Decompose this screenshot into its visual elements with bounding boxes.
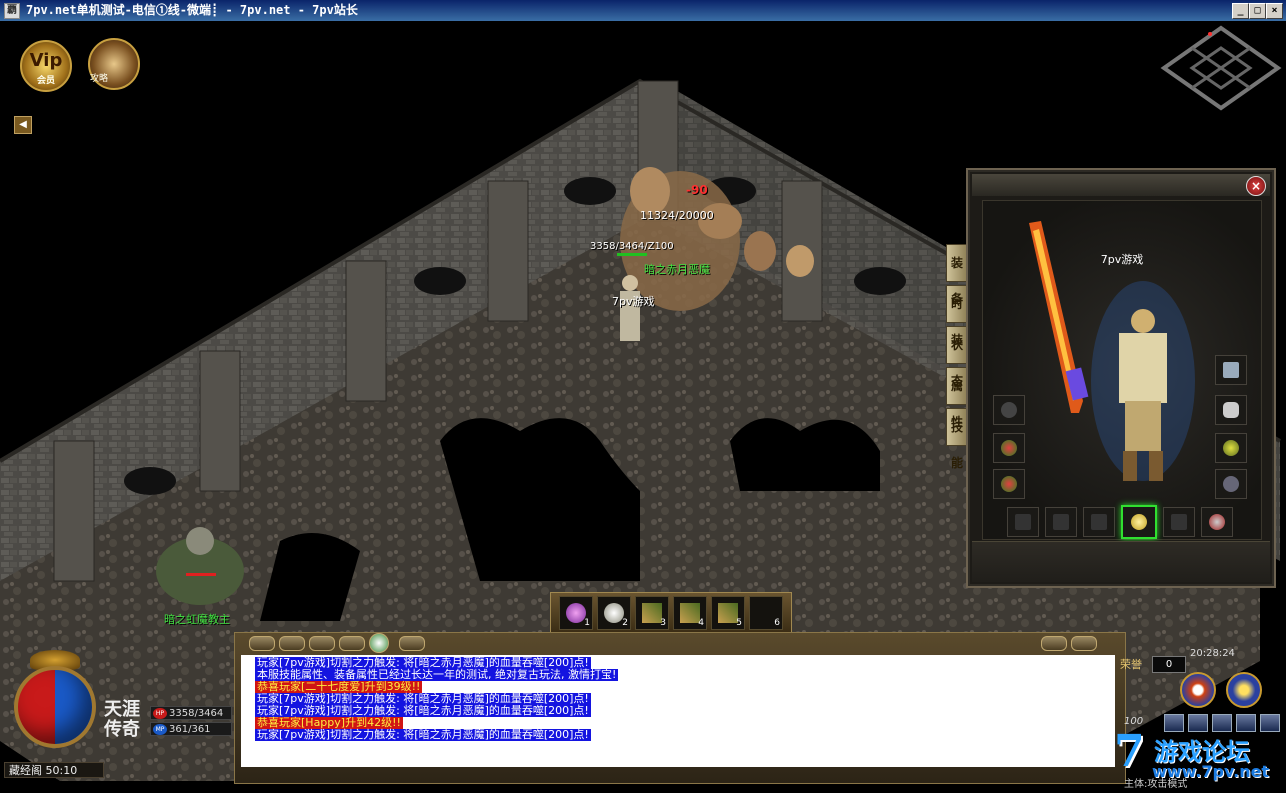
equip-slot-necklace-left[interactable] — [993, 395, 1025, 425]
chat-toolbar — [235, 633, 1125, 653]
enemy-name-label: 暗之虹魔教主 — [164, 613, 230, 626]
equip-slot-bracelet-left[interactable] — [993, 433, 1025, 463]
boss-name-label: 暗之赤月恶魔 — [644, 263, 710, 276]
watermark-digit: 7 — [1114, 726, 1145, 777]
equip-slot-necklace-right[interactable] — [1215, 395, 1247, 425]
tab-skills[interactable]: 技能 — [946, 408, 968, 470]
equipment-title-bar[interactable] — [972, 174, 1270, 196]
minimap-player-marker — [1208, 32, 1212, 36]
damage-text: -90 — [686, 183, 708, 197]
chat-emote-icon[interactable] — [369, 633, 389, 653]
title-bar: 覇 7pv.net单机测试-电信①线-微端┋ - 7pv.net - 7pv站长… — [0, 0, 1286, 21]
speaker-icon[interactable]: ◀ — [14, 116, 32, 134]
equip-slot-charm[interactable] — [1083, 507, 1115, 537]
tab-fashion[interactable]: 时装 — [946, 285, 968, 347]
belt-slot-4[interactable]: 4 — [673, 596, 707, 630]
tab-attributes[interactable]: 属性 — [946, 367, 968, 429]
game-logo: 天涯传奇 — [104, 699, 140, 740]
equip-slot-ring-right[interactable] — [1215, 469, 1247, 499]
vip-sub-label: 会员 — [36, 76, 55, 86]
equip-slot-gem[interactable] — [1163, 507, 1195, 537]
boss-hp-label: 11324/20000 — [640, 209, 714, 222]
mp-readout: MP 361/361 — [150, 722, 232, 736]
mp-tag: MP — [153, 724, 167, 735]
chat-log[interactable]: 玩家[7pv游戏]切割之力触发: 将[暗之赤月恶魔]的血量吞噬[200]点! 本… — [241, 655, 1115, 767]
player-name-label: 7pv游戏 — [612, 295, 655, 308]
belt-slot-3[interactable]: 3 — [635, 596, 669, 630]
chat-channel-button-2[interactable] — [279, 636, 305, 651]
belt-slot-2[interactable]: 2 — [597, 596, 631, 630]
hp-mp-orb — [4, 650, 104, 758]
equip-slot-helmet[interactable] — [1215, 355, 1247, 385]
close-icon[interactable]: × — [1246, 176, 1266, 196]
equip-slot-belt[interactable] — [1007, 507, 1039, 537]
honor-value: 0 — [1152, 656, 1186, 673]
vip-label: Vip — [29, 50, 63, 71]
hp-readout: HP 3358/3464 — [150, 706, 232, 720]
quick-item-belt: 1 2 3 4 5 6 — [550, 592, 792, 634]
health-mana-globe — [14, 666, 96, 748]
hp-value: 3358/3464 — [169, 708, 224, 719]
minimize-button[interactable]: _ — [1232, 3, 1249, 19]
guide-sub-label: 攻略 — [90, 74, 109, 84]
character-view: 7pv游戏 — [982, 200, 1262, 540]
player-stats-label: 3358/3464/Z100 — [590, 241, 674, 252]
chat-line: 玩家[7pv游戏]切割之力触发: 将[暗之赤月恶魔]的血量吞噬[200]点! — [255, 728, 591, 741]
chat-panel: 玩家[7pv游戏]切割之力触发: 将[暗之赤月恶魔]的血量吞噬[200]点! 本… — [234, 632, 1126, 784]
tab-status[interactable]: 状态 — [946, 326, 968, 388]
close-window-button[interactable]: × — [1266, 3, 1283, 19]
belt-slot-6[interactable]: 6 — [749, 596, 783, 630]
skill-button-5[interactable] — [1260, 714, 1280, 732]
equip-slot-bracelet-right[interactable] — [1215, 433, 1247, 463]
attack-mode-button[interactable] — [1180, 672, 1216, 708]
tab-equipment[interactable]: 装备 — [946, 244, 968, 306]
skill-button-2[interactable] — [1188, 714, 1208, 732]
vip-button[interactable]: Vip 会员 — [20, 40, 72, 92]
chat-scroll-up-button[interactable] — [1041, 636, 1067, 651]
guide-button[interactable]: 攻略 — [88, 38, 140, 90]
skill-button-3[interactable] — [1212, 714, 1232, 732]
attack-mode-text: 主体:攻击模式 — [1124, 779, 1188, 790]
belt-slot-1[interactable]: 1 — [559, 596, 593, 630]
chat-channel-button-4[interactable] — [339, 636, 365, 651]
belt-slot-5[interactable]: 5 — [711, 596, 745, 630]
equipment-panel: × 7pv游戏 — [966, 168, 1276, 588]
equipment-footer — [972, 541, 1270, 582]
window-title: 7pv.net单机测试-电信①线-微端┋ - 7pv.net - 7pv站长 — [26, 3, 358, 17]
game-clock: 20:28:24 — [1190, 648, 1235, 659]
chat-channel-button-1[interactable] — [249, 636, 275, 651]
skill-button-4[interactable] — [1236, 714, 1256, 732]
equip-slot-boots[interactable] — [1045, 507, 1077, 537]
chat-channel-button-3[interactable] — [309, 636, 335, 651]
mp-value: 361/361 — [169, 724, 211, 735]
map-coordinates: 藏经阁 50:10 — [4, 762, 104, 778]
equipment-tabs: 装备 时装 状态 属性 技能 — [946, 244, 968, 470]
app-icon[interactable]: 覇 — [4, 3, 20, 19]
chat-scroll-down-button[interactable] — [1071, 636, 1097, 651]
chat-channel-button-5[interactable] — [399, 636, 425, 651]
equip-slot-shield[interactable] — [1201, 507, 1233, 537]
equip-slot-medal[interactable] — [1121, 505, 1157, 539]
menu-round-button[interactable] — [1226, 672, 1262, 708]
equip-slot-ring-left[interactable] — [993, 469, 1025, 499]
maximize-button[interactable]: □ — [1249, 3, 1266, 19]
hp-tag: HP — [153, 708, 167, 719]
minimap[interactable] — [1160, 24, 1282, 112]
skill-button-1[interactable] — [1164, 714, 1184, 732]
